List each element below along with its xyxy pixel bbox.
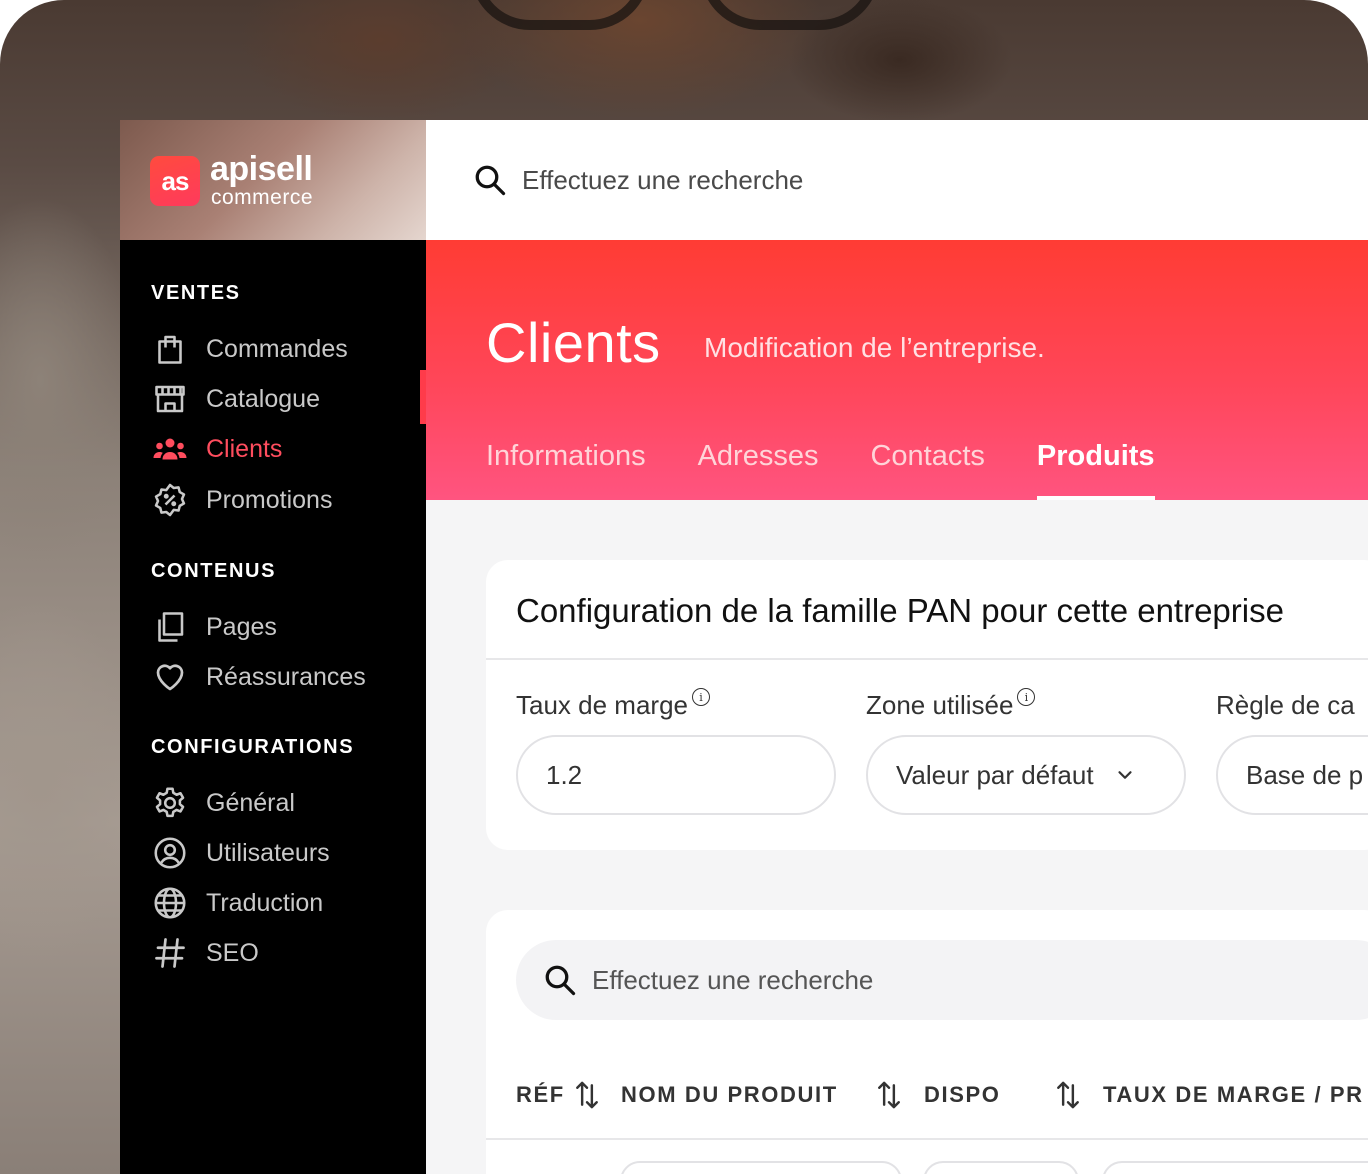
field-label-text: Taux de marge: [516, 690, 688, 720]
globe-icon: [150, 883, 190, 923]
section-title-contenus: CONTENUS: [151, 560, 277, 582]
sidebar-item-label: Traduction: [206, 888, 324, 917]
tab-produits[interactable]: Produits: [1036, 440, 1155, 500]
pages-icon: [150, 607, 190, 647]
products-card: Effectuez une recherche RÉF NOM DU PRODU…: [486, 910, 1368, 1174]
field-label: Règle de ca: [1216, 690, 1368, 721]
page-title: Clients: [486, 311, 661, 374]
sidebar-item-pages[interactable]: Pages: [150, 607, 420, 647]
config-card: Configuration de la famille PAN pour cet…: [486, 560, 1368, 850]
zone-select[interactable]: Valeur par défaut: [866, 735, 1186, 815]
sidebar-item-label: Promotions: [206, 485, 333, 514]
margin-rate-input[interactable]: 1.2: [516, 735, 836, 815]
field-label-text: Règle de ca: [1216, 690, 1355, 720]
column-header-taux-de-marge[interactable]: TAUX DE MARGE / PR: [1103, 1082, 1364, 1108]
page-header: Clients Modification de l’entreprise. In…: [426, 240, 1368, 500]
field-label: Taux de marge i: [516, 688, 836, 721]
section-title-configurations: CONFIGURATIONS: [151, 736, 355, 758]
discount-badge-icon: [150, 480, 190, 520]
user-circle-icon: [150, 833, 190, 873]
field-zone-utilisee: Zone utilisée i Valeur par défaut: [866, 688, 1186, 815]
input-value: 1.2: [546, 759, 583, 790]
sidebar-item-label: Pages: [206, 612, 277, 641]
users-icon: [150, 429, 190, 469]
logo-subtitle: commerce: [211, 186, 314, 209]
table-cell-field[interactable]: [620, 1161, 902, 1174]
sidebar-item-seo[interactable]: SEO: [150, 933, 420, 973]
heart-icon: [150, 657, 190, 697]
sidebar-item-clients[interactable]: Clients: [150, 429, 420, 469]
background-photo-detail: [700, 0, 880, 30]
shopping-bag-icon: [150, 329, 190, 369]
sidebar-item-label: Catalogue: [206, 384, 320, 413]
logo-name: apisell: [210, 150, 313, 188]
search-icon: [545, 965, 576, 996]
table-cell-field[interactable]: [923, 1161, 1079, 1174]
select-value: Base de p: [1246, 759, 1364, 790]
info-icon[interactable]: i: [1017, 688, 1036, 706]
sidebar-item-label: Commandes: [206, 334, 348, 363]
field-taux-de-marge: Taux de marge i 1.2: [516, 688, 836, 815]
field-label-text: Zone utilisée: [866, 690, 1014, 720]
section-title-ventes: VENTES: [151, 282, 241, 304]
sidebar-item-traduction[interactable]: Traduction: [150, 883, 420, 923]
sidebar-item-label: Général: [206, 788, 295, 817]
sidebar-item-commandes[interactable]: Commandes: [150, 329, 420, 369]
divider: [486, 658, 1368, 660]
sidebar-item-reassurances[interactable]: Réassurances: [150, 657, 420, 697]
sort-icon[interactable]: [572, 1078, 602, 1112]
sort-icon[interactable]: [1053, 1078, 1083, 1112]
sidebar-item-label: Utilisateurs: [206, 838, 330, 867]
field-label: Zone utilisée i: [866, 688, 1186, 721]
tab-informations[interactable]: Informations: [486, 440, 646, 500]
chevron-down-icon: [1117, 771, 1132, 779]
select-value: Valeur par défaut: [896, 759, 1094, 790]
sidebar-item-promotions[interactable]: Promotions: [150, 480, 420, 520]
sort-icon[interactable]: [874, 1078, 904, 1112]
background-photo: as apisell commerce VENTES Commandes Cat…: [0, 0, 1368, 1174]
search-icon: [475, 165, 506, 196]
sidebar-item-label: SEO: [206, 938, 259, 967]
sidebar-item-label: Réassurances: [206, 662, 366, 691]
tab-contacts[interactable]: Contacts: [870, 440, 984, 500]
tab-adresses[interactable]: Adresses: [698, 440, 819, 500]
sidebar-item-general[interactable]: Général: [150, 783, 420, 823]
sidebar: VENTES Commandes Catalogue Clients Promo…: [120, 240, 426, 1174]
gear-icon: [150, 783, 190, 823]
background-photo-detail: [470, 0, 650, 30]
table-cell-field[interactable]: [1102, 1161, 1368, 1174]
sidebar-item-label: Clients: [206, 434, 283, 463]
search-input[interactable]: Effectuez une recherche: [592, 965, 873, 996]
column-header-ref[interactable]: RÉF: [516, 1082, 565, 1108]
config-card-title: Configuration de la famille PAN pour cet…: [516, 592, 1284, 629]
rule-select[interactable]: Base de p: [1216, 735, 1368, 815]
column-header-nom-du-produit[interactable]: NOM DU PRODUIT: [621, 1082, 838, 1108]
top-search-bar[interactable]: Effectuez une recherche: [426, 120, 1368, 240]
logo-area: as apisell commerce: [120, 120, 426, 240]
hash-icon: [150, 933, 190, 973]
field-regle-de-calcul: Règle de ca Base de p: [1216, 690, 1368, 815]
column-header-dispo[interactable]: DISPO: [924, 1082, 1000, 1108]
main-content: Configuration de la famille PAN pour cet…: [426, 500, 1368, 1174]
store-icon: [150, 379, 190, 419]
tab-bar: Informations Adresses Contacts Produits: [486, 440, 1207, 500]
search-input[interactable]: Effectuez une recherche: [522, 165, 803, 196]
divider: [486, 1138, 1368, 1140]
sidebar-item-catalogue[interactable]: Catalogue: [150, 379, 420, 419]
logo-mark: as: [150, 156, 200, 206]
info-icon[interactable]: i: [691, 688, 710, 706]
products-search-bar[interactable]: Effectuez une recherche: [516, 940, 1368, 1020]
sidebar-item-utilisateurs[interactable]: Utilisateurs: [150, 833, 420, 873]
page-subtitle: Modification de l’entreprise.: [704, 332, 1045, 363]
